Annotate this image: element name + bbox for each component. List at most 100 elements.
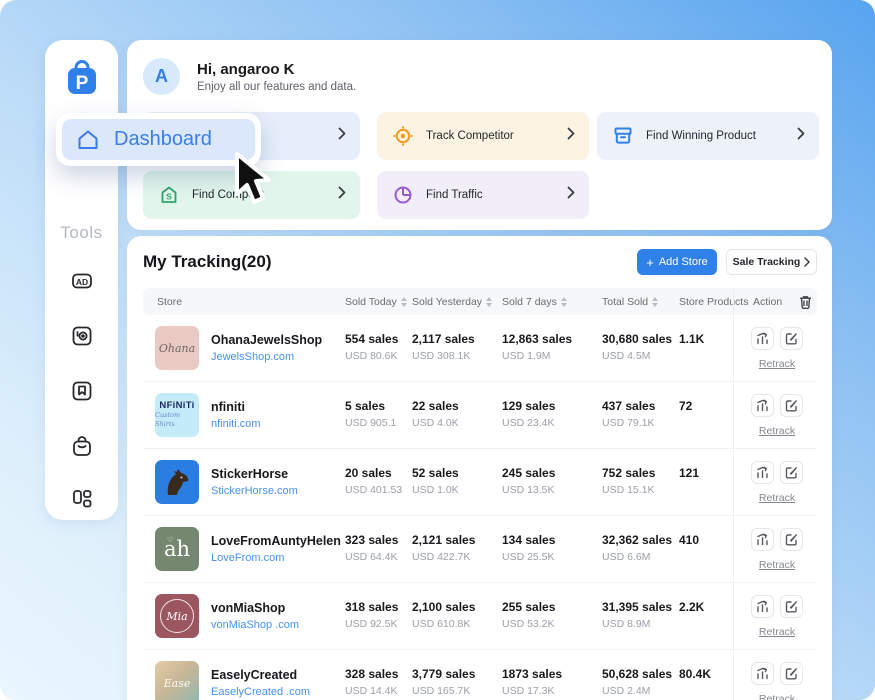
- store-products-count: 410: [679, 533, 699, 547]
- dashboard-nav-label: Dashboard: [114, 128, 212, 151]
- store-products-count: 72: [679, 399, 692, 413]
- shop-bag-icon[interactable]: [45, 434, 118, 460]
- feature-card-find-traffic[interactable]: Find Traffic: [377, 171, 589, 219]
- analytics-button[interactable]: [751, 327, 774, 350]
- store-link[interactable]: vonMiaShop .com: [211, 619, 299, 631]
- store-logo: Ease: [155, 661, 199, 700]
- add-store-button[interactable]: + Add Store: [637, 249, 717, 275]
- edit-button[interactable]: [780, 394, 803, 417]
- analytics-button[interactable]: [751, 595, 774, 618]
- chevron-right-icon: [338, 186, 346, 204]
- col-sold-today[interactable]: Sold Today: [345, 288, 407, 315]
- table-row: Mia vonMiaShop vonMiaShop .com 318 sales…: [143, 583, 817, 650]
- store-products-count: 80.4K: [679, 667, 711, 681]
- svg-text:P: P: [76, 73, 89, 94]
- my-tracking-card: My Tracking(20) + Add Store Sale Trackin…: [127, 236, 832, 700]
- avatar[interactable]: A: [143, 58, 180, 95]
- greeting-text: Hi, angaroo K: [197, 61, 295, 78]
- sidebar: P Tools AD: [45, 40, 118, 520]
- edit-button[interactable]: [780, 327, 803, 350]
- table-row: Ease EaselyCreated EaselyCreated .com 32…: [143, 650, 817, 700]
- tracking-title: My Tracking(20): [143, 252, 272, 272]
- store-logo: NFiNiTiCustom Shirts: [155, 393, 199, 437]
- analytics-button[interactable]: [751, 662, 774, 685]
- plus-icon: +: [646, 255, 654, 270]
- col-sold-7-days[interactable]: Sold 7 days: [502, 288, 567, 315]
- retrack-link[interactable]: Retrack: [741, 358, 813, 370]
- trash-icon[interactable]: [797, 294, 813, 310]
- feature-card-find-winning-product[interactable]: Find Winning Product: [597, 112, 819, 160]
- ads-icon[interactable]: AD: [45, 268, 118, 294]
- edit-button[interactable]: [780, 595, 803, 618]
- store-logo: Mia: [155, 594, 199, 638]
- col-action: Action: [753, 288, 782, 315]
- col-store-products: Store Products: [679, 288, 748, 315]
- apps-blocks-icon[interactable]: [45, 486, 118, 512]
- app-screen: P Tools AD: [0, 0, 875, 700]
- greeting-subtitle: Enjoy all our features and data.: [197, 81, 356, 93]
- bookmark-icon[interactable]: [45, 378, 118, 404]
- store-link[interactable]: StickerHorse.com: [211, 485, 298, 497]
- store-logo: [155, 460, 199, 504]
- analytics-button[interactable]: [751, 394, 774, 417]
- retrack-link[interactable]: Retrack: [741, 693, 813, 700]
- col-sold-yesterday[interactable]: Sold Yesterday: [412, 288, 492, 315]
- action-cell: Retrack: [741, 382, 817, 449]
- chevron-right-icon: [567, 127, 575, 145]
- store-name: LoveFromAuntyHelen: [211, 534, 341, 548]
- action-cell: Retrack: [741, 516, 817, 583]
- store-link[interactable]: nfiniti.com: [211, 418, 261, 430]
- sale-tracking-button[interactable]: Sale Tracking: [726, 249, 817, 275]
- store-products-count: 2.2K: [679, 600, 704, 614]
- chevron-right-icon: [804, 257, 810, 267]
- feature-card-label: Find Winning Product: [646, 130, 756, 142]
- retrack-link[interactable]: Retrack: [741, 425, 813, 437]
- store-link[interactable]: JewelsShop.com: [211, 351, 294, 363]
- analytics-button[interactable]: [751, 461, 774, 484]
- table-row: NFiNiTiCustom Shirts nfiniti nfiniti.com…: [143, 382, 817, 449]
- store-name: StickerHorse: [211, 467, 288, 481]
- edit-button[interactable]: [780, 461, 803, 484]
- store-name: OhanaJewelsShop: [211, 333, 322, 347]
- retrack-link[interactable]: Retrack: [741, 492, 813, 504]
- feature-card-label: Track Competitor: [426, 130, 514, 142]
- action-cell: Retrack: [741, 315, 817, 382]
- edit-button[interactable]: [780, 528, 803, 551]
- action-column-divider: [733, 288, 734, 700]
- feature-card-label: Find Traffic: [426, 189, 483, 201]
- table-row: ah♡ LoveFromAuntyHelen LoveFrom.com 323 …: [143, 516, 817, 583]
- sort-icon[interactable]: [401, 297, 407, 307]
- sort-icon[interactable]: [561, 297, 567, 307]
- target-icon: [392, 125, 414, 147]
- store-link[interactable]: EaselyCreated .com: [211, 686, 310, 698]
- analytics-button[interactable]: [751, 528, 774, 551]
- tracking-table: Store Sold Today Sold Yesterday Sold 7 d…: [143, 288, 817, 700]
- retrack-link[interactable]: Retrack: [741, 559, 813, 571]
- svg-text:AD: AD: [75, 277, 87, 287]
- action-cell: Retrack: [741, 650, 817, 700]
- store-link[interactable]: LoveFrom.com: [211, 552, 284, 564]
- edit-button[interactable]: [780, 662, 803, 685]
- tools-section-label: Tools: [45, 223, 118, 243]
- table-row: Ohana OhanaJewelsShop JewelsShop.com 554…: [143, 315, 817, 382]
- store-logo: ah♡: [155, 527, 199, 571]
- sort-icon[interactable]: [652, 297, 658, 307]
- store-products-count: 1.1K: [679, 332, 704, 346]
- box-icon: [612, 125, 634, 147]
- retrack-link[interactable]: Retrack: [741, 626, 813, 638]
- app-logo-icon[interactable]: P: [62, 58, 102, 98]
- chevron-right-icon: [567, 186, 575, 204]
- action-cell: Retrack: [741, 583, 817, 650]
- store-name: vonMiaShop: [211, 601, 285, 615]
- feature-card-track-competitor[interactable]: Track Competitor: [377, 112, 589, 160]
- store-logo: Ohana: [155, 326, 199, 370]
- col-total-sold[interactable]: Total Sold: [602, 288, 658, 315]
- product-scan-icon[interactable]: [45, 323, 118, 349]
- col-store: Store: [157, 288, 182, 315]
- sort-icon[interactable]: [486, 297, 492, 307]
- store-name: nfiniti: [211, 400, 245, 414]
- action-cell: Retrack: [741, 449, 817, 516]
- table-row: StickerHorse StickerHorse.com 20 salesUS…: [143, 449, 817, 516]
- horse-logo-image: [160, 465, 194, 499]
- pie-chart-icon: [392, 184, 414, 206]
